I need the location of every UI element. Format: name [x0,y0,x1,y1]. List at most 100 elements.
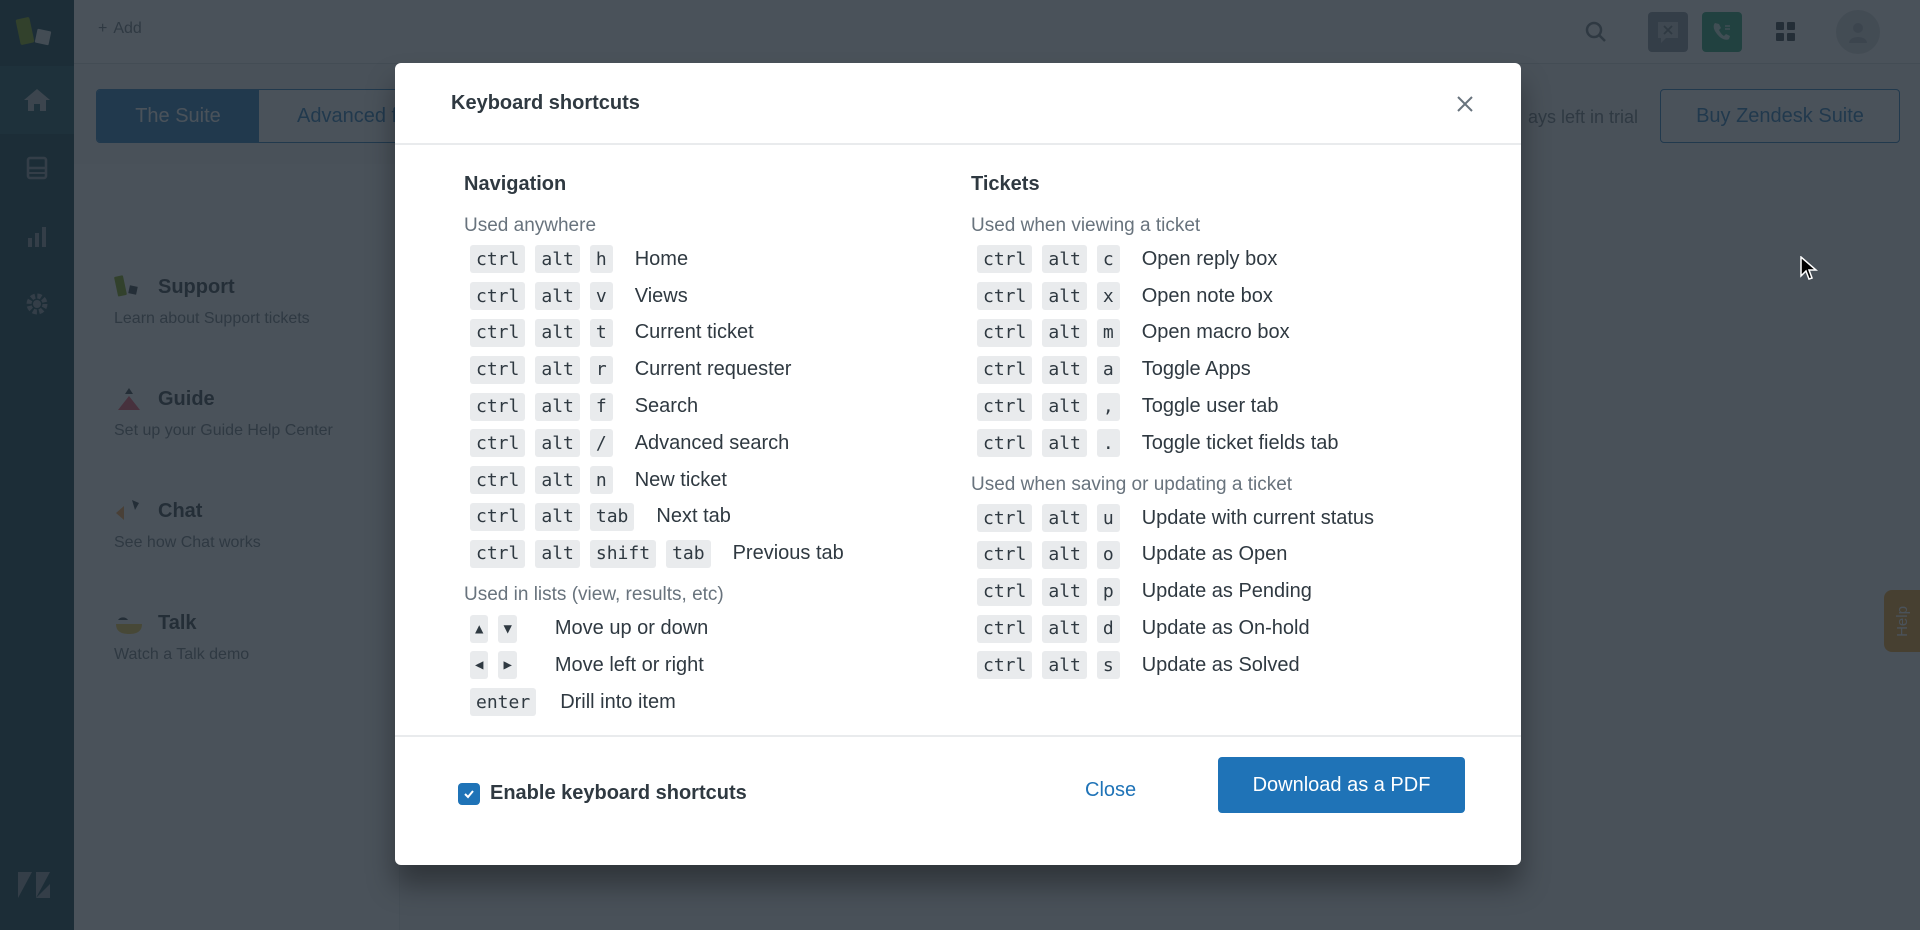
key-combo: ctrl alt o [977,540,1120,569]
key-cap: ctrl [977,282,1033,311]
key-cap: alt [535,539,580,568]
key-combo: ctrl alt c [977,245,1120,274]
shortcut-action: Toggle user tab [1141,395,1279,418]
close-icon[interactable] [1453,92,1477,116]
key-combo: ctrl alt a [977,355,1120,384]
key-cap: alt [1042,429,1087,458]
mouse-cursor [1800,256,1818,280]
group-title-viewing: Used when viewing a ticket [971,215,1201,236]
key-cap: ctrl [977,318,1033,347]
key-cap: . [1096,429,1120,458]
shortcut-row: ctrl alt s Update as Solved [971,647,1374,684]
key-combo: ctrl alt. [977,429,1120,458]
key-cap: x [1096,282,1120,311]
key-cap: ctrl [977,245,1033,274]
download-pdf-button[interactable]: Download as a PDF [1218,757,1465,813]
key-cap: v [589,282,613,311]
shortcut-row: ctrl alt t Current ticket [464,315,844,352]
key-combo: ctrl alt shift tab [470,539,711,568]
key-combo: ◀ ▶ [470,651,517,680]
shortcut-row: enter Drill into item [464,684,844,721]
key-cap: f [589,392,613,421]
key-cap: alt [1042,282,1087,311]
shortcut-action: Update as Open [1141,543,1288,566]
shortcut-row: ctrl alt x Open note box [971,278,1374,315]
key-combo: ctrl alt s [977,651,1120,680]
key-cap: alt [1042,392,1087,421]
key-cap: ctrl [977,429,1033,458]
key-combo: ctrl alt v [470,282,613,311]
shortcut-row: ctrl alt n New ticket [464,462,844,499]
key-cap: ctrl [470,429,526,458]
key-cap: s [1096,651,1120,680]
key-cap: alt [1042,651,1087,680]
shortcut-action: Drill into item [560,690,676,713]
close-button[interactable]: Close [1085,779,1136,802]
section-title-tickets: Tickets [971,173,1040,195]
shortcut-action: Update as Solved [1141,653,1300,676]
shortcut-row: ctrl alt shift tab Previous tab [464,535,844,572]
key-cap: u [1096,504,1120,533]
shortcut-row: ctrl alt p Update as Pending [971,573,1374,610]
checkbox-checked-icon [458,782,480,805]
key-cap: alt [1042,318,1087,347]
key-combo: ctrl alt tab [470,502,635,531]
key-combo: ctrl alt x [977,282,1120,311]
shortcut-row: ctrl alt. Toggle ticket fields tab [971,425,1374,462]
shortcut-list-anywhere: ctrl alt h Home ctrl alt v Views ctrl alt t Current… [464,241,844,572]
key-cap: d [1096,614,1120,643]
shortcut-action: Update with current status [1141,506,1375,529]
key-cap: alt [535,318,580,347]
key-cap: r [589,355,613,384]
key-combo: ctrl alt d [977,614,1120,643]
dialog-header: Keyboard shortcuts [395,63,1521,145]
shortcut-action: Current requester [634,358,792,381]
section-title-navigation: Navigation [464,173,567,195]
group-title-lists: Used in lists (view, results, etc) [464,584,724,606]
key-combo: ctrl alt r [470,355,613,384]
shortcut-action: Next tab [656,505,731,528]
key-cap: o [1096,540,1120,569]
key-cap: ▶ [498,651,517,680]
key-cap: ▼ [498,614,517,643]
shortcut-row: ctrl alt c Open reply box [971,241,1374,278]
key-cap: m [1096,318,1120,347]
key-cap: ctrl [977,540,1033,569]
key-cap: alt [535,245,580,274]
shortcut-list-viewing: ctrl alt c Open reply box ctrl alt x Open note … [971,241,1374,462]
shortcut-action: Search [634,395,699,418]
key-cap: ▲ [470,614,489,643]
shortcut-row: ◀ ▶ Move left or right [464,647,844,684]
key-combo: ctrl alt m [977,318,1120,347]
group-title-anywhere: Used anywhere [464,215,597,236]
key-cap: p [1096,577,1120,606]
key-cap: ctrl [977,392,1033,421]
key-cap: alt [1042,245,1087,274]
shortcut-action: Open macro box [1141,321,1290,344]
dialog-footer: Enable keyboard shortcuts Close Download… [395,737,1521,865]
key-cap: / [589,429,613,458]
key-cap: tab [666,539,711,568]
key-cap: ctrl [470,318,526,347]
key-cap: ctrl [977,355,1033,384]
key-combo: ctrl alt u [977,504,1120,533]
key-cap: ctrl [470,392,526,421]
key-cap: ctrl [977,614,1033,643]
shortcut-action: Update as Pending [1141,580,1312,603]
key-cap: ctrl [977,577,1033,606]
shortcut-row: ctrl alt v Views [464,278,844,315]
key-combo: ctrl alt, [977,392,1120,421]
key-cap: ctrl [977,504,1033,533]
shortcut-list-saving: ctrl alt u Update with current status ctrl al… [971,500,1374,684]
dialog-title: Keyboard shortcuts [451,92,640,114]
enable-shortcuts-checkbox[interactable]: Enable keyboard shortcuts [458,782,747,805]
key-cap: alt [535,355,580,384]
key-cap: alt [535,502,580,531]
shortcut-row: ctrl alt d Update as On-hold [971,610,1374,647]
key-cap: ctrl [470,355,526,384]
shortcut-action: Views [634,284,688,307]
key-cap: c [1096,245,1120,274]
keyboard-shortcuts-dialog: Keyboard shortcuts Navigation Used anywh… [395,63,1521,865]
shortcut-row: ctrl alt m Open macro box [971,315,1374,352]
dialog-body[interactable]: Navigation Used anywhere ctrl alt h Home ctr… [395,145,1521,737]
